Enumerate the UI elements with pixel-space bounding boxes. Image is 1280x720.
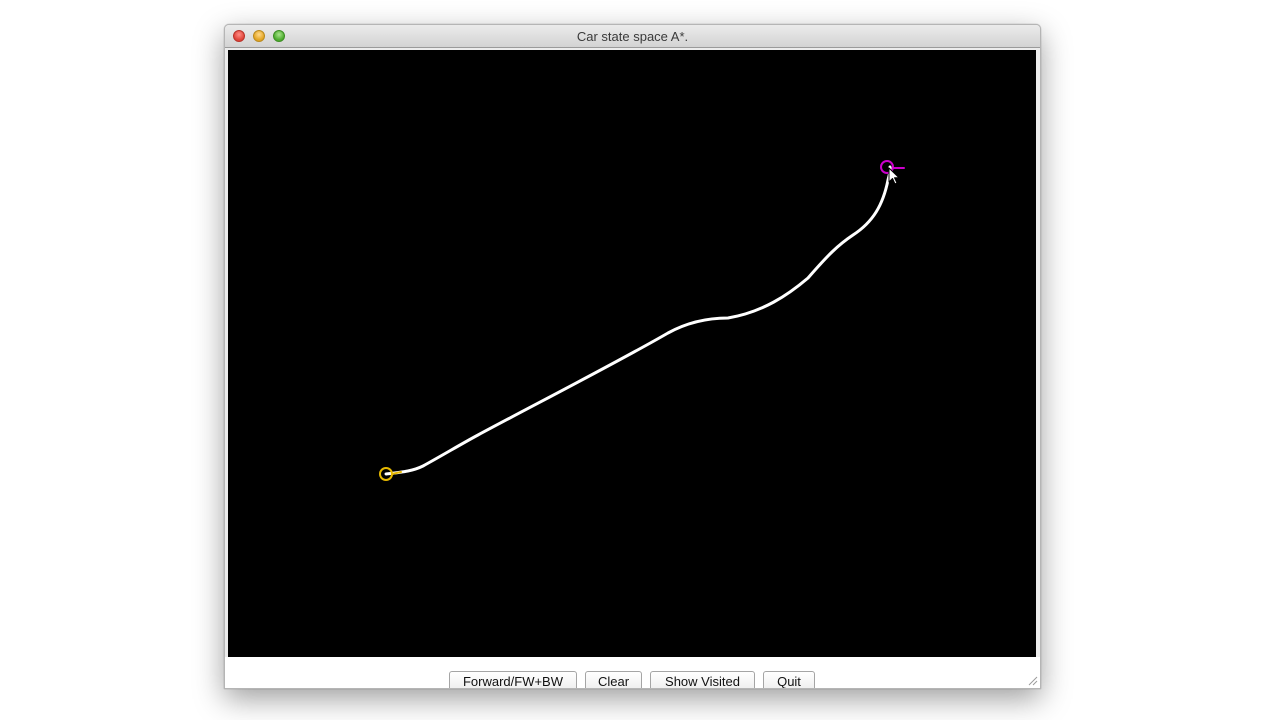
clear-button[interactable]: Clear <box>585 671 642 688</box>
path-drawing <box>379 160 905 481</box>
window-title: Car state space A*. <box>576 29 689 44</box>
planned-path <box>384 165 892 476</box>
mouse-pointer-icon <box>888 167 900 185</box>
resize-grip-icon[interactable] <box>1028 676 1038 686</box>
app-window: Car state space A*. Forward/FW+BW Clear <box>224 24 1041 689</box>
show-visited-button[interactable]: Show Visited <box>650 671 755 688</box>
title-bar[interactable]: Car state space A*. <box>225 25 1040 48</box>
forward-fwbw-button[interactable]: Forward/FW+BW <box>449 671 577 688</box>
search-canvas[interactable] <box>228 50 1036 657</box>
quit-button[interactable]: Quit <box>763 671 815 688</box>
button-bar: Forward/FW+BW Clear Show Visited Quit <box>225 657 1040 688</box>
